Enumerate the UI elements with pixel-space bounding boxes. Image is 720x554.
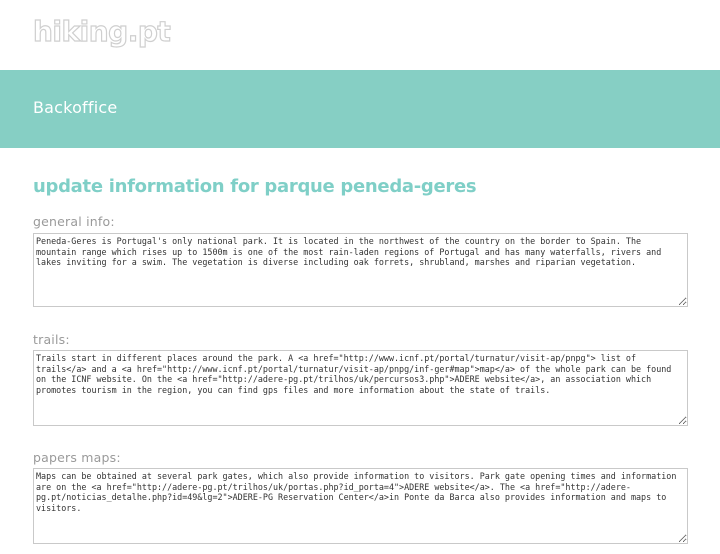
general-info-label: general info: (33, 214, 115, 229)
papers-maps-textarea[interactable]: Maps can be obtained at several park gat… (33, 468, 688, 544)
header-banner: Backoffice (0, 70, 720, 148)
banner-title: Backoffice (33, 98, 118, 117)
trails-label: trails: (33, 332, 70, 347)
papers-maps-label: papers maps: (33, 450, 121, 465)
general-info-textarea[interactable]: Peneda-Geres is Portugal's only national… (33, 233, 688, 307)
site-logo[interactable]: hiking.pt (32, 14, 171, 50)
trails-textarea[interactable]: Trails start in different places around … (33, 350, 688, 426)
page-title: update information for parque peneda-ger… (33, 176, 477, 197)
